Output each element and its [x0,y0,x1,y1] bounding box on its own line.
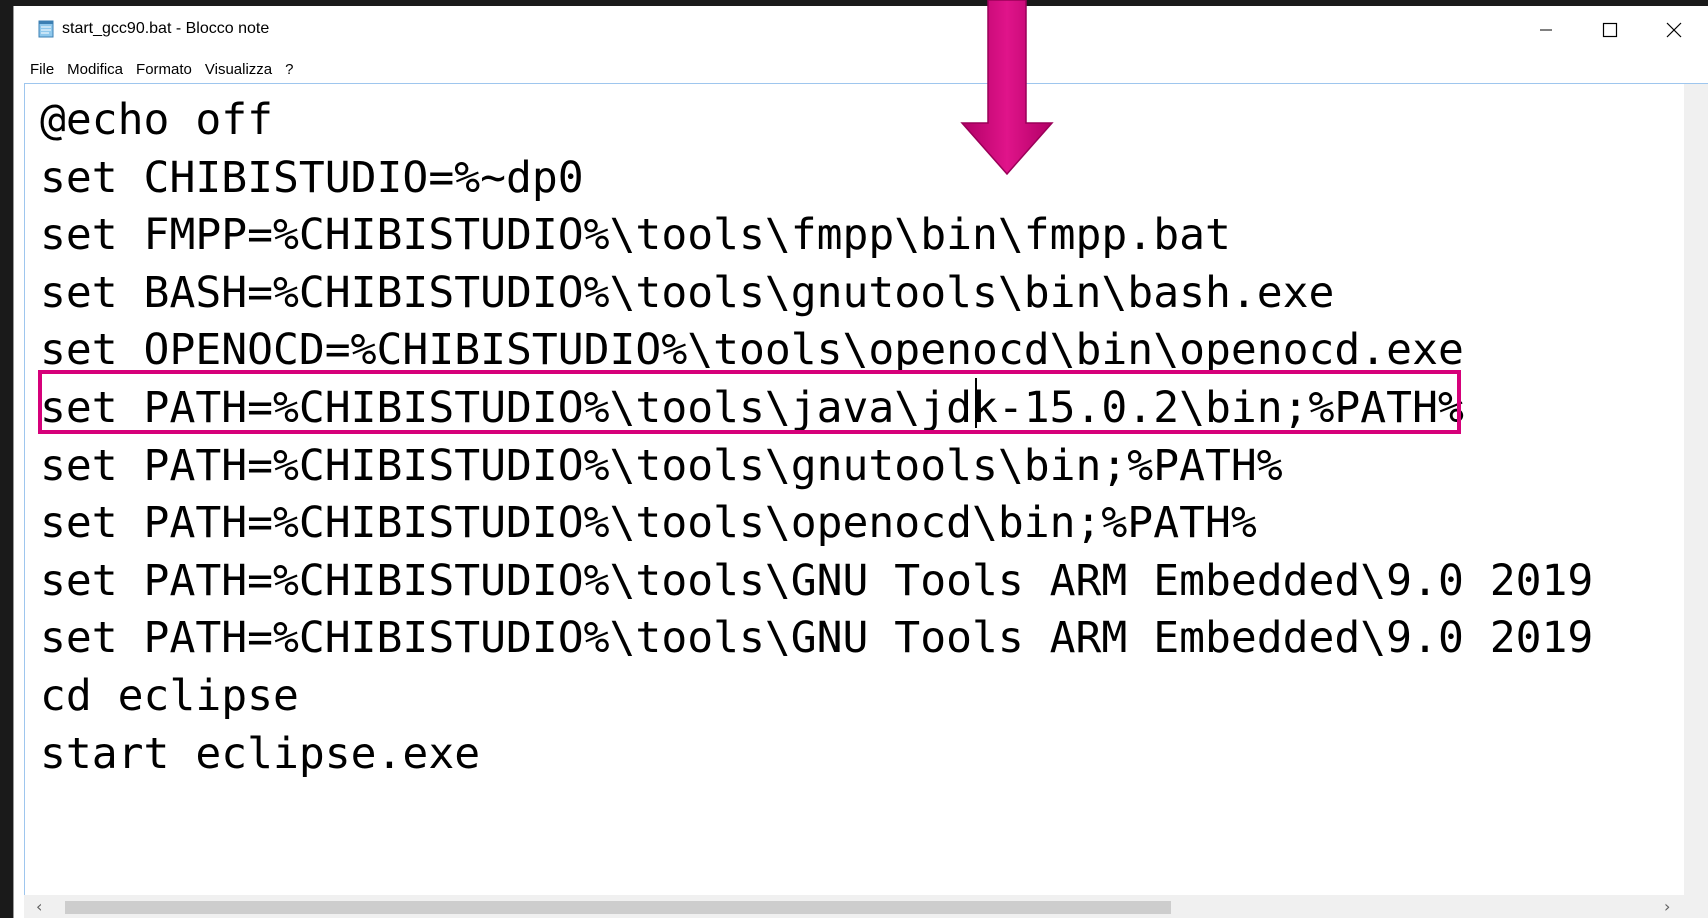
code-line: start eclipse.exe [40,728,481,779]
code-line: set CHIBISTUDIO=%~dp0 [40,152,584,203]
maximize-icon [1602,22,1618,38]
down-arrow-icon [960,0,1054,176]
code-line: cd eclipse [40,670,299,721]
menu-help[interactable]: ? [285,61,293,78]
code-line-highlighted: set PATH=%CHIBISTUDIO%\tools\java\jdk-15… [40,382,1464,433]
vertical-scrollbar[interactable] [1684,84,1708,895]
scrollbar-corner [1684,895,1708,918]
text-caret [975,378,977,428]
close-button[interactable] [1650,14,1696,46]
code-line: set PATH=%CHIBISTUDIO%\tools\openocd\bin… [40,498,1257,549]
minimize-button[interactable] [1522,14,1568,46]
code-line: @echo off [40,95,273,145]
maximize-button[interactable] [1586,14,1632,46]
menu-file[interactable]: File [30,61,54,78]
title-bar[interactable]: start_gcc90.bat - Blocco note [14,6,1708,54]
code-line: set PATH=%CHIBISTUDIO%\tools\gnutools\bi… [40,440,1283,491]
screenshot: start_gcc90.bat - Blocco note File Modif… [0,0,1708,918]
notepad-icon [38,20,54,38]
horizontal-scrollbar[interactable]: ‹ › [24,895,1684,918]
notepad-window: start_gcc90.bat - Blocco note File Modif… [13,6,1708,918]
scroll-right-icon[interactable]: › [1664,899,1670,915]
code-line: set PATH=%CHIBISTUDIO%\tools\GNU Tools A… [40,613,1594,664]
code-text[interactable]: @echo off set CHIBISTUDIO=%~dp0 set FMPP=%… [40,92,1593,783]
code-line: set OPENOCD=%CHIBISTUDIO%\tools\openocd\… [40,325,1464,376]
text-editor[interactable]: @echo off set CHIBISTUDIO=%~dp0 set FMPP=%… [24,83,1708,895]
scroll-left-icon[interactable]: ‹ [36,899,42,915]
menu-modifica[interactable]: Modifica [67,61,123,78]
window-title: start_gcc90.bat - Blocco note [62,20,270,37]
minimize-icon [1540,29,1552,31]
code-line: set FMPP=%CHIBISTUDIO%\tools\fmpp\bin\fm… [40,210,1231,261]
menu-visualizza[interactable]: Visualizza [205,61,272,78]
menu-formato[interactable]: Formato [136,61,192,78]
code-line: set PATH=%CHIBISTUDIO%\tools\GNU Tools A… [40,555,1594,606]
close-icon [1666,22,1682,38]
code-line: set BASH=%CHIBISTUDIO%\tools\gnutools\bi… [40,267,1335,318]
menu-bar: File Modifica Formato Visualizza ? [14,54,1708,84]
horizontal-scroll-thumb[interactable] [65,901,1171,914]
